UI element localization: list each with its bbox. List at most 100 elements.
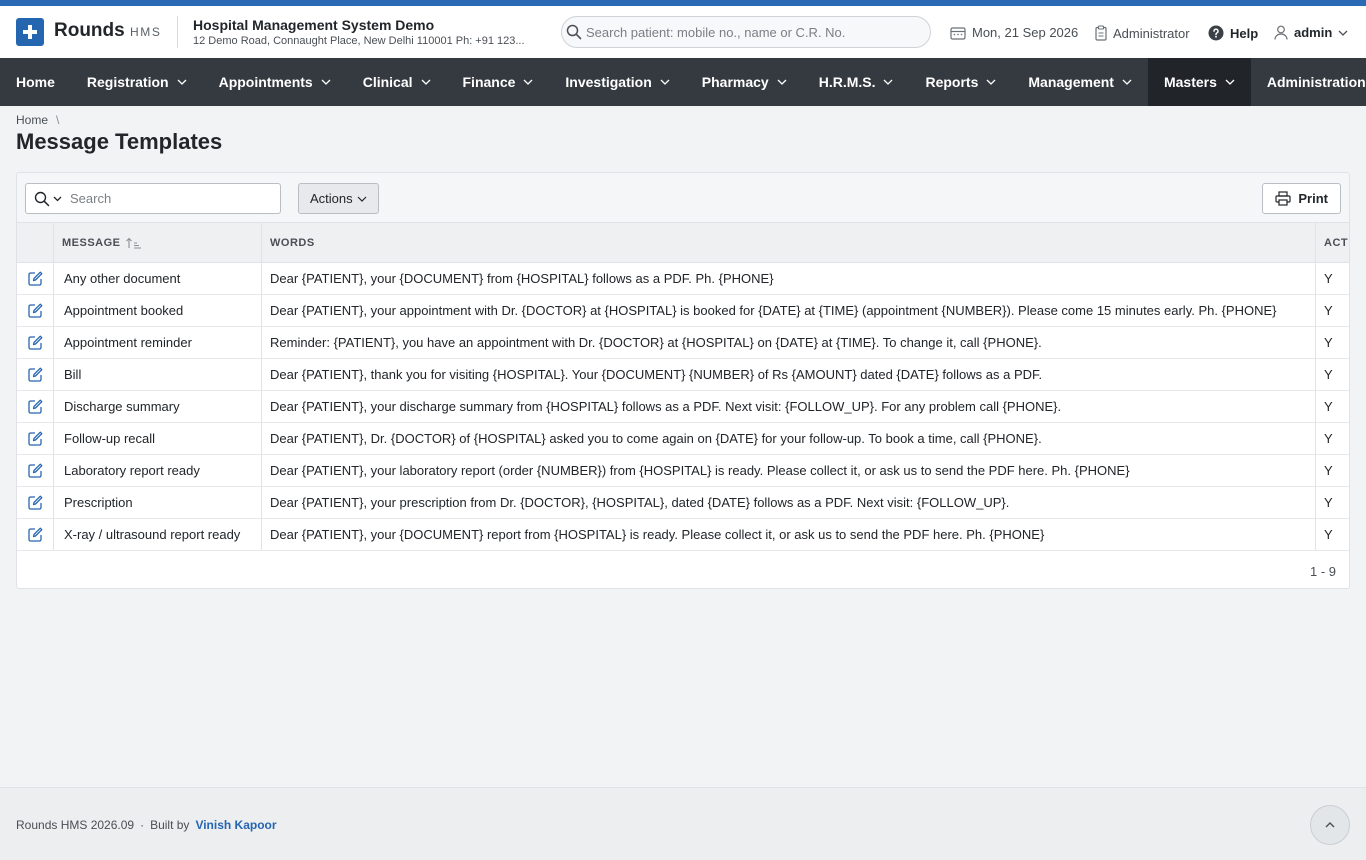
edit-button[interactable] — [17, 455, 54, 486]
table-row[interactable]: Discharge summary Dear {PATIENT}, your di… — [17, 391, 1349, 423]
edit-icon — [27, 271, 42, 286]
brand-name: Rounds — [54, 20, 125, 41]
column-header-message-label: MESSAGE — [62, 236, 121, 249]
table-row[interactable]: X-ray / ultrasound report ready Dear {PAT… — [17, 519, 1349, 551]
cell-words: Dear {PATIENT}, your {DOCUMENT} report f… — [262, 519, 1316, 550]
breadcrumb-home[interactable]: Home — [16, 113, 48, 127]
nav-item-reports[interactable]: Reports — [909, 58, 1012, 106]
print-label: Print — [1298, 191, 1328, 206]
nav-item-finance[interactable]: Finance — [447, 58, 550, 106]
page-title: Message Templates — [16, 129, 223, 154]
chevron-down-icon — [177, 79, 187, 85]
edit-button[interactable] — [17, 391, 54, 422]
edit-button[interactable] — [17, 327, 54, 358]
nav-item-registration[interactable]: Registration — [71, 58, 203, 106]
cell-message: X-ray / ultrasound report ready — [54, 519, 262, 550]
nav-item-label: Management — [1028, 74, 1114, 90]
edit-icon — [27, 431, 42, 446]
brand-suffix: HMS — [130, 25, 162, 39]
print-button[interactable]: Print — [1262, 183, 1341, 214]
actions-button[interactable]: Actions — [298, 183, 379, 214]
grid-search-input[interactable] — [70, 188, 270, 209]
column-header-words[interactable]: WORDS — [262, 223, 1316, 262]
chevron-down-icon — [986, 79, 996, 85]
grid-search — [25, 183, 281, 214]
table-row[interactable]: Appointment booked Dear {PATIENT}, your a… — [17, 295, 1349, 327]
search-column-selector[interactable] — [34, 191, 62, 207]
page-footer: Rounds HMS 2026.09 · Built by Vinish Kap… — [0, 787, 1366, 860]
nav-item-appointments[interactable]: Appointments — [203, 58, 347, 106]
nav-item-pharmacy[interactable]: Pharmacy — [686, 58, 803, 106]
cell-message: Prescription — [54, 487, 262, 518]
nav-item-label: H.R.M.S. — [818, 74, 876, 90]
edit-icon — [27, 399, 42, 414]
footer-version: Rounds HMS 2026.09 — [16, 818, 135, 832]
header-divider — [177, 16, 178, 48]
nav-item-management[interactable]: Management — [1012, 58, 1148, 106]
printer-icon — [1275, 191, 1291, 206]
cell-words: Dear {PATIENT}, your appointment with Dr… — [262, 295, 1316, 326]
cell-words: Dear {PATIENT}, Dr. {DOCTOR} of {HOSPITA… — [262, 423, 1316, 454]
grid-body: Any other document Dear {PATIENT}, your {… — [17, 263, 1349, 551]
breadcrumb: Home \ — [16, 113, 59, 127]
hospital-address: 12 Demo Road, Connaught Place, New Delhi… — [193, 35, 525, 47]
column-header-message[interactable]: MESSAGE — [54, 223, 262, 262]
footer-credits: Rounds HMS 2026.09 · Built by Vinish Kap… — [16, 818, 277, 832]
search-icon — [34, 191, 50, 207]
table-row[interactable]: Laboratory report ready Dear {PATIENT}, y… — [17, 455, 1349, 487]
sort-ascending-icon — [125, 237, 141, 249]
user-name: admin — [1294, 25, 1333, 40]
grid-header-edit — [17, 223, 54, 262]
nav-item-home[interactable]: Home — [0, 58, 71, 106]
chevron-down-icon — [1225, 79, 1235, 85]
nav-item-label: Investigation — [565, 74, 652, 90]
nav-item-label: Reports — [925, 74, 979, 90]
nav-item-label: Registration — [86, 74, 169, 90]
patient-search-input[interactable] — [561, 16, 931, 48]
chevron-down-icon — [523, 79, 533, 85]
question-circle-icon — [1208, 25, 1224, 41]
edit-icon — [27, 335, 42, 350]
nav-item-label: Administration — [1266, 74, 1366, 90]
nav-item-h-r-m-s[interactable]: H.R.M.S. — [803, 58, 910, 106]
nav-item-masters[interactable]: Masters — [1147, 58, 1251, 106]
scroll-to-top-button[interactable] — [1310, 805, 1350, 845]
column-header-active[interactable]: ACT — [1316, 223, 1349, 262]
edit-button[interactable] — [17, 487, 54, 518]
cell-message: Follow-up recall — [54, 423, 262, 454]
current-date: Mon, 21 Sep 2026 — [950, 25, 1078, 40]
cell-active: Y — [1324, 271, 1333, 286]
edit-button[interactable] — [17, 423, 54, 454]
edit-button[interactable] — [17, 295, 54, 326]
actions-label: Actions — [310, 191, 353, 206]
user-icon — [1274, 25, 1288, 40]
app-logo[interactable] — [16, 18, 44, 46]
plus-icon — [23, 25, 37, 39]
table-row[interactable]: Bill Dear {PATIENT}, thank you for visiti… — [17, 359, 1349, 391]
nav-item-investigation[interactable]: Investigation — [549, 58, 685, 106]
chevron-down-icon — [357, 196, 367, 202]
table-row[interactable]: Appointment reminder Reminder: {PATIENT},… — [17, 327, 1349, 359]
nav-item-administration[interactable]: Administration — [1251, 58, 1366, 106]
footer-separator: · — [140, 818, 145, 832]
help-link[interactable]: Help — [1208, 25, 1258, 41]
cell-message: Appointment reminder — [54, 327, 262, 358]
edit-button[interactable] — [17, 263, 54, 294]
user-menu[interactable]: admin — [1274, 25, 1348, 40]
edit-button[interactable] — [17, 359, 54, 390]
cell-active: Y — [1324, 431, 1333, 446]
chevron-down-icon — [421, 79, 430, 85]
table-row[interactable]: Prescription Dear {PATIENT}, your prescri… — [17, 487, 1349, 519]
table-row[interactable]: Any other document Dear {PATIENT}, your {… — [17, 263, 1349, 295]
hospital-name: Hospital Management System Demo — [193, 17, 435, 33]
role-switcher[interactable]: Administrator — [1095, 25, 1190, 41]
nav-item-clinical[interactable]: Clinical — [347, 58, 447, 106]
footer-author-link[interactable]: Vinish Kapoor — [195, 818, 276, 832]
search-icon — [566, 24, 582, 40]
nav-item-label: Home — [16, 74, 55, 90]
templates-panel: Actions Print MESSAGE WORDS ACT Any othe… — [16, 172, 1350, 589]
edit-icon — [27, 495, 42, 510]
breadcrumb-separator: \ — [56, 113, 60, 127]
edit-button[interactable] — [17, 519, 54, 550]
table-row[interactable]: Follow-up recall Dear {PATIENT}, Dr. {DOC… — [17, 423, 1349, 455]
